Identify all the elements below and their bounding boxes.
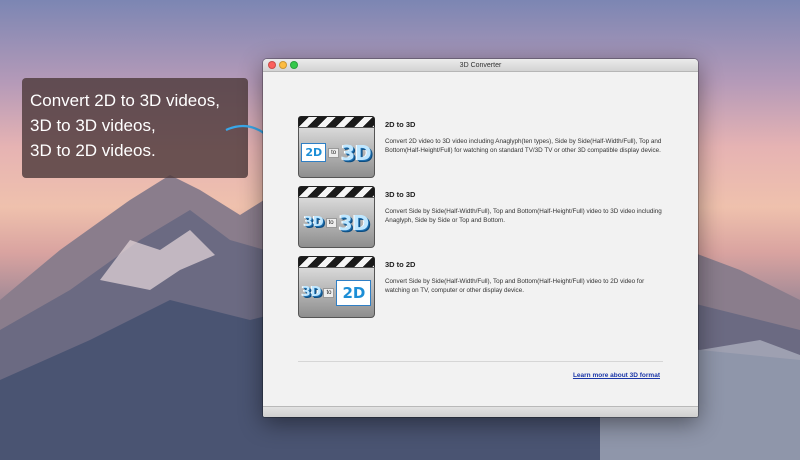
clapperboard-icon[interactable]: 3D to 3D	[298, 186, 375, 248]
mode-description: Convert Side by Side(Half-Width/Full), T…	[385, 278, 645, 294]
clapper-board: 3D to 2D	[298, 267, 375, 318]
status-bar	[263, 406, 698, 417]
clapperboard-icon[interactable]: 2D to 3D	[298, 116, 375, 178]
footer-divider	[298, 361, 663, 362]
clapper-board: 3D to 3D	[298, 197, 375, 248]
thumb-to-label: to	[328, 147, 340, 158]
mode-2d-to-3d[interactable]: 2D to 3D 2D to 3D Convert 2D video to 3D…	[298, 116, 688, 178]
clapperboard-icon[interactable]: 3D to 2D	[298, 256, 375, 318]
callout-line-1: Convert 2D to 3D videos,	[30, 91, 220, 110]
feature-callout: Convert 2D to 3D videos, 3D to 3D videos…	[22, 78, 248, 178]
callout-line-3: 3D to 2D videos.	[30, 141, 156, 160]
clapper-board: 2D to 3D	[298, 127, 375, 178]
mode-description: Convert 2D video to 3D video including A…	[385, 138, 662, 154]
mode-title[interactable]: 3D to 2D	[385, 260, 415, 269]
mode-title[interactable]: 3D to 3D	[385, 190, 415, 199]
mode-3d-to-2d[interactable]: 3D to 2D 3D to 2D Convert Side by Side(H…	[298, 256, 688, 318]
converter-window: 3D Converter 2D to 3D 2D to 3D Convert 2…	[263, 59, 698, 417]
thumb-target-label: 2D	[336, 279, 372, 306]
thumb-source-label: 3D	[301, 285, 322, 300]
thumb-source-label: 3D	[303, 215, 324, 230]
mode-title[interactable]: 2D to 3D	[385, 120, 415, 129]
mode-description: Convert Side by Side(Half-Width/Full), T…	[385, 208, 662, 224]
mode-3d-to-3d[interactable]: 3D to 3D 3D to 3D Convert Side by Side(H…	[298, 186, 688, 248]
thumb-source-label: 2D	[301, 143, 327, 162]
thumb-to-label: to	[325, 217, 337, 228]
minimize-icon[interactable]	[279, 61, 287, 69]
main-content: 2D to 3D 2D to 3D Convert 2D video to 3D…	[263, 72, 698, 406]
close-icon[interactable]	[268, 61, 276, 69]
thumb-to-label: to	[323, 287, 335, 298]
thumb-target-label: 3D	[338, 210, 370, 235]
thumb-target-label: 3D	[341, 140, 372, 165]
window-title: 3D Converter	[459, 62, 502, 69]
title-bar: 3D Converter	[263, 59, 698, 72]
learn-more-link[interactable]: Learn more about 3D format	[573, 372, 660, 379]
callout-line-2: 3D to 3D videos,	[30, 116, 156, 135]
maximize-icon[interactable]	[290, 61, 298, 69]
